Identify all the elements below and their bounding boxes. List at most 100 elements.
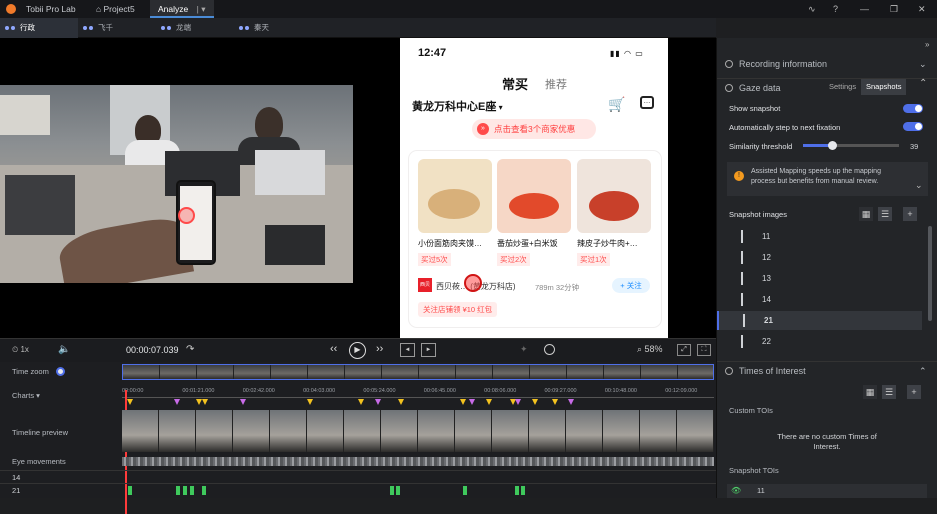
charts-label[interactable]: Charts ▾ xyxy=(0,391,122,400)
toi-mark[interactable] xyxy=(190,486,194,495)
toi-mark[interactable] xyxy=(390,486,394,495)
event-marker[interactable] xyxy=(307,399,313,405)
auto-step-toggle[interactable] xyxy=(903,122,923,131)
tab-frequent[interactable]: 常买 xyxy=(502,74,528,93)
chevron-up-icon[interactable]: ⌃ xyxy=(919,78,927,89)
close-icon[interactable]: ✕ xyxy=(918,4,926,15)
gaze-overlay-icon[interactable] xyxy=(544,344,555,355)
snapshot-item[interactable]: 22 xyxy=(717,332,922,351)
event-marker[interactable] xyxy=(532,399,538,405)
grid-view-icon[interactable]: ▦ xyxy=(859,207,873,221)
time-zoom-thumb[interactable] xyxy=(56,367,65,376)
timeline-preview-strip[interactable] xyxy=(122,410,714,452)
snapshot-item[interactable]: 13 xyxy=(717,269,922,288)
snapshot-gaze-point[interactable] xyxy=(464,274,482,292)
event-marker[interactable] xyxy=(486,399,492,405)
message-icon[interactable]: … xyxy=(640,96,654,109)
maximize-icon[interactable]: ❐ xyxy=(890,4,898,15)
play-button[interactable]: ▶ xyxy=(349,342,366,359)
toi-mark[interactable] xyxy=(176,486,180,495)
toi-mark[interactable] xyxy=(128,486,132,495)
toi-mark[interactable] xyxy=(515,486,519,495)
location-selector[interactable]: 黄龙万科中心E座 ▾ xyxy=(412,98,503,114)
event-marker[interactable] xyxy=(515,399,521,405)
gaze-point[interactable] xyxy=(178,207,195,224)
fit-icon[interactable]: ⤢ xyxy=(677,344,691,356)
coupon-banner[interactable]: » 点击查看3个商家优惠 xyxy=(472,119,596,139)
video-frame-thumb xyxy=(233,410,270,452)
fullscreen-icon[interactable]: ⛶ xyxy=(697,344,711,356)
next-fixation-icon[interactable]: ›› xyxy=(376,343,383,355)
participant-tab-4[interactable]: 秦天 xyxy=(234,18,312,38)
item-image-2[interactable] xyxy=(497,159,571,233)
sparkle-icon[interactable]: ✦ xyxy=(520,344,528,355)
activity-icon[interactable]: ∿ xyxy=(808,4,816,15)
eye-movements-track[interactable] xyxy=(122,457,714,466)
event-marker[interactable] xyxy=(460,399,466,405)
snapshot-item[interactable]: 14 xyxy=(717,290,922,309)
tab-snapshots[interactable]: Snapshots xyxy=(861,79,907,95)
charts-track[interactable]: 00:00:00 00:01:21.000 00:02:42.000 00:04:03… xyxy=(122,382,716,514)
video-frame-thumb xyxy=(640,410,677,452)
show-snapshot-toggle[interactable] xyxy=(903,104,923,113)
toi-mark[interactable] xyxy=(202,486,206,495)
event-marker[interactable] xyxy=(375,399,381,405)
tab-project[interactable]: ⌂ Project5 xyxy=(88,0,148,18)
participant-tab-2[interactable]: 飞千 xyxy=(78,18,156,38)
tab-settings[interactable]: Settings xyxy=(825,79,860,95)
follow-promo[interactable]: 关注店铺领 ¥10 红包 xyxy=(418,302,498,317)
toi-row-14[interactable]: 14 xyxy=(0,470,716,482)
event-marker[interactable] xyxy=(174,399,180,405)
help-icon[interactable]: ? xyxy=(833,4,838,14)
snapshot-list-scrollbar[interactable] xyxy=(928,226,932,321)
scene-camera-video[interactable] xyxy=(0,85,353,283)
recording-info-header[interactable]: Recording information ⌄ xyxy=(717,55,937,73)
volume-icon[interactable]: 🔈 xyxy=(58,344,70,355)
toi-grid-view-icon[interactable]: ▦ xyxy=(863,385,877,399)
event-marker[interactable] xyxy=(202,399,208,405)
skip-forward-icon[interactable]: ► xyxy=(421,343,436,357)
item-image-3[interactable] xyxy=(577,159,651,233)
tab-analyze[interactable]: Analyze | ▾ xyxy=(150,0,214,18)
tab-recommend[interactable]: 推荐 xyxy=(545,76,567,92)
event-marker[interactable] xyxy=(358,399,364,405)
item-image-1[interactable] xyxy=(418,159,492,233)
speed-control[interactable]: ⏲ 1x xyxy=(12,345,29,355)
list-view-icon[interactable]: ☰ xyxy=(878,207,892,221)
skip-back-icon[interactable]: ◄ xyxy=(400,343,415,357)
event-marker[interactable] xyxy=(127,399,133,405)
share-icon[interactable]: ↷ xyxy=(186,344,194,355)
add-toi-button[interactable]: + xyxy=(907,385,921,399)
toi-mark[interactable] xyxy=(463,486,467,495)
toi-header[interactable]: Times of Interest ⌃ xyxy=(717,361,937,379)
similarity-slider-track[interactable] xyxy=(803,141,899,150)
toi-row-21[interactable]: 21 xyxy=(0,483,716,497)
participant-tab-3[interactable]: 龙端 xyxy=(156,18,234,38)
similarity-slider-thumb[interactable] xyxy=(827,141,837,150)
cart-icon[interactable]: 🛒 xyxy=(608,96,625,113)
event-marker[interactable] xyxy=(469,399,475,405)
tab-dropdown-icon[interactable]: | ▾ xyxy=(197,4,206,14)
toi-list-view-icon[interactable]: ☰ xyxy=(882,385,896,399)
snapshot-image[interactable]: 12:47 ▮▮ ◠ ▭ 常买 推荐 黄龙万科中心E座 ▾ 🛒 … » 点击查看… xyxy=(400,38,668,338)
event-marker[interactable] xyxy=(240,399,246,405)
follow-button[interactable]: + 关注 xyxy=(612,278,650,293)
event-marker[interactable] xyxy=(398,399,404,405)
previous-fixation-icon[interactable]: ‹‹ xyxy=(330,343,337,355)
snapshot-item[interactable]: 11 xyxy=(717,227,922,246)
participant-tab-1[interactable]: 行政 xyxy=(0,18,78,38)
minimize-icon[interactable]: — xyxy=(860,4,869,14)
collapse-panel-icon[interactable]: » xyxy=(925,40,929,49)
toi-mark[interactable] xyxy=(396,486,400,495)
chevron-down-icon[interactable]: ⌄ xyxy=(915,180,923,191)
time-zoom-strip[interactable] xyxy=(122,364,714,380)
toi-mark[interactable] xyxy=(521,486,525,495)
event-marker[interactable] xyxy=(568,399,574,405)
snapshot-item[interactable]: 12 xyxy=(717,248,922,267)
zoom-control[interactable]: ⌕ 58% xyxy=(637,344,663,355)
snapshot-toi-row[interactable]: 👁 11 xyxy=(727,484,927,498)
event-marker[interactable] xyxy=(552,399,558,405)
add-snapshot-button[interactable]: + xyxy=(903,207,917,221)
toi-mark[interactable] xyxy=(183,486,187,495)
snapshot-item-selected[interactable]: 21 xyxy=(717,311,922,330)
